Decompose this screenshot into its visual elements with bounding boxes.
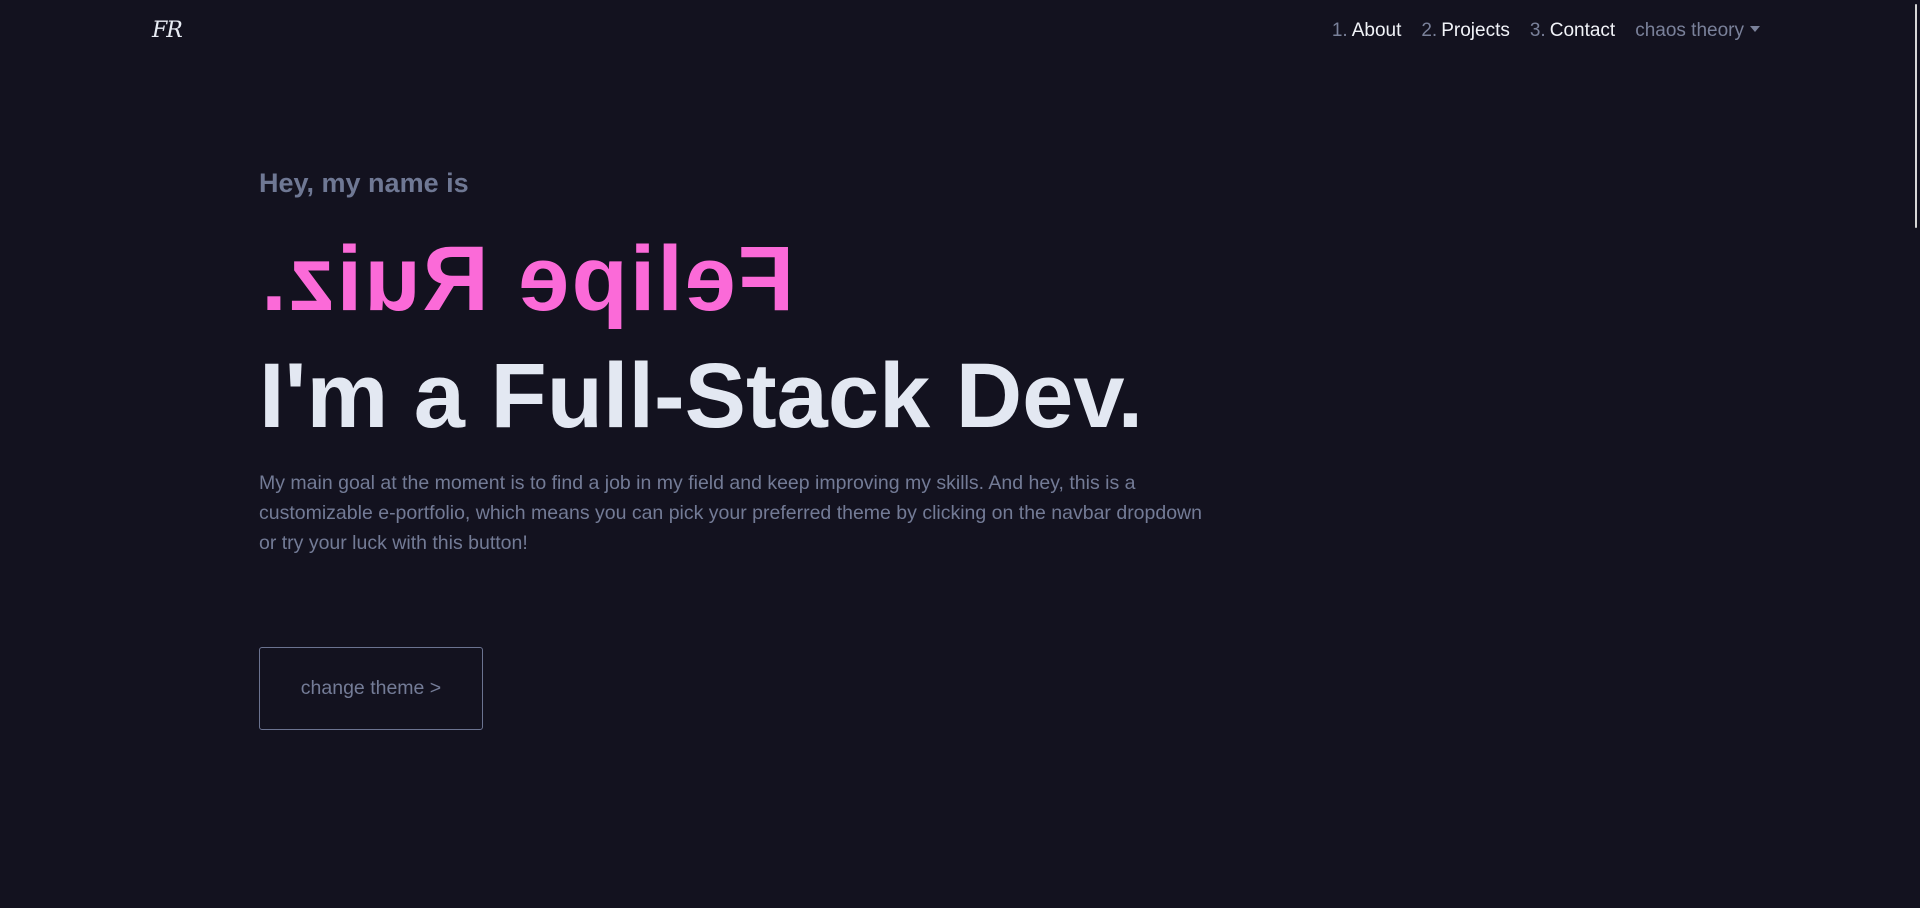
hero-section: Hey, my name is Felipe Ruiz. I'm a Full-… [259,168,1259,730]
nav-links: 1. About 2. Projects 3. Contact chaos theor… [1332,20,1760,42]
greeting-text: Hey, my name is [259,168,469,198]
change-theme-button[interactable]: change theme > [259,647,483,730]
scrollbar[interactable] [1910,0,1920,908]
nav-link-number: 2. [1421,20,1438,41]
caret-down-icon [1750,26,1760,32]
headline: I'm a Full-Stack Dev. [259,345,1144,447]
nav-link-contact[interactable]: 3. Contact [1530,20,1615,42]
nav-link-label: About [1351,20,1402,41]
theme-dropdown-selected: chaos theory [1635,20,1744,41]
logo-link[interactable]: FR [152,18,183,43]
theme-dropdown[interactable]: chaos theory [1635,20,1760,42]
nav-link-label: Projects [1441,20,1510,41]
scrollbar-thumb[interactable] [1915,4,1917,228]
page: FR 1. About 2. Projects 3. Contact chaos th… [0,0,1920,908]
nav-link-label: Contact [1549,20,1616,41]
intro-description: My main goal at the moment is to find a … [259,472,1202,555]
navbar: FR 1. About 2. Projects 3. Contact chaos th… [0,0,1920,66]
nav-link-about[interactable]: 1. About [1332,20,1402,42]
nav-link-projects[interactable]: 2. Projects [1421,20,1510,42]
nav-link-number: 1. [1331,20,1348,41]
name-heading: Felipe Ruiz. [259,228,795,330]
nav-link-number: 3. [1529,20,1546,41]
